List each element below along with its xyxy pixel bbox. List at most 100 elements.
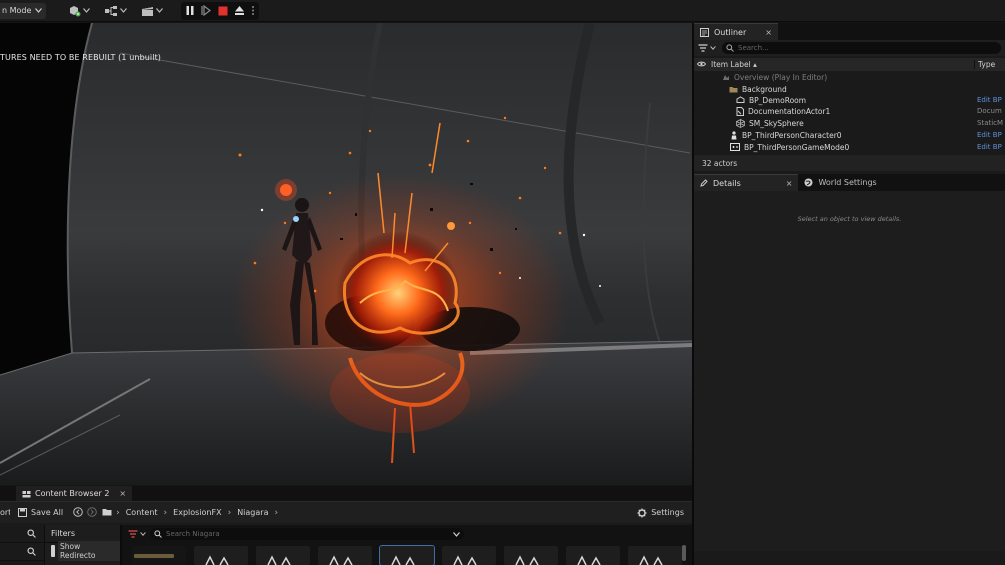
asset-thumbnail[interactable] [566,546,620,565]
blueprint-menu-button[interactable] [104,5,128,17]
outliner-search-input[interactable]: Search... [722,42,1001,54]
details-body: Select an object to view details. [694,191,1005,551]
tab-content-browser-2[interactable]: Content Browser 2 × [16,486,133,501]
character-icon [731,130,737,139]
level-viewport[interactable]: TURES NEED TO BE REBUILT (1 unbuilt) [0,23,692,485]
mode-label: n Mode [2,6,32,15]
stop-icon[interactable] [218,6,228,16]
add-actor-button[interactable] [68,4,91,17]
close-icon[interactable]: × [786,179,793,188]
tree-row-third-person-gamemode[interactable]: BP_ThirdPersonGameMode0 Edit BP [694,141,1005,153]
import-button[interactable]: ort [0,508,10,517]
breadcrumb-niagara[interactable]: Niagara [237,508,268,517]
tree-row-documentation-actor[interactable]: DocumentationActor1 Docum [694,105,1005,117]
save-all-button[interactable]: Save All [18,508,63,517]
tree-row-third-person-character[interactable]: BP_ThirdPersonCharacter0 Edit BP [694,129,1005,141]
static-mesh-icon [736,118,745,128]
tree-row-background[interactable]: Background [694,83,1005,95]
tab-world-settings[interactable]: World Settings [798,174,883,191]
asset-filter-button[interactable] [128,530,146,538]
settings-button[interactable]: Settings [637,508,684,518]
edit-blueprint-link[interactable]: Edit BP [977,96,1005,104]
outliner-search-placeholder: Search... [738,44,769,52]
close-icon[interactable]: × [765,28,772,37]
search-icon [27,547,36,556]
checkbox[interactable] [51,545,55,557]
edit-blueprint-link[interactable]: Edit BP [977,131,1005,139]
content-browser: Content Browser 2 × ort Save All › Conte… [0,486,692,565]
chevron-down-icon [120,8,128,13]
tree-row-bp-demoroom[interactable]: BP_DemoRoom Edit BP [694,95,1005,105]
actor-count-status: 32 actors [694,155,1005,171]
asset-thumbnail[interactable] [442,546,496,565]
arrow-right-circle-icon [87,506,97,517]
save-all-label: Save All [31,508,64,517]
chevron-down-icon [35,8,43,13]
pause-icon[interactable] [185,5,195,16]
search-icon [726,44,734,52]
sources-search-button[interactable] [0,525,44,543]
asset-search-input[interactable]: Search Niagara [150,528,464,540]
asset-thumbnail[interactable] [318,546,372,565]
main-toolbar: n Mode [0,0,1005,22]
item-label-column[interactable]: Item Label ▴ [708,60,974,69]
more-options-icon[interactable] [251,5,255,16]
filter-button[interactable] [698,44,716,52]
content-browser-toolbar: ort Save All › Content › ExplosionFX › N… [0,501,692,523]
eject-icon[interactable] [234,5,245,16]
niagara-system-icon [639,555,663,565]
tab-outliner-label: Outliner [714,27,747,37]
type-column[interactable]: Type [974,60,1005,69]
niagara-system-icon [577,555,601,565]
asset-thumbnail-selected[interactable] [379,545,435,565]
pencil-icon [700,179,708,187]
asset-view-scrollbar[interactable] [682,545,686,561]
details-tabbar: Details × World Settings [694,174,1005,191]
show-redirectors-filter[interactable]: Show Redirecto [45,541,120,561]
game-mode-icon [730,143,740,151]
step-frame-icon[interactable] [201,5,212,16]
chevron-down-icon [156,8,164,13]
tree-row-sm-skysphere[interactable]: SM_SkySphere StaticM [694,117,1005,129]
history-back-button[interactable] [73,506,83,519]
breadcrumb-content[interactable]: Content [126,508,158,517]
blueprint-actor-icon [736,96,745,103]
chevron-down-icon [140,532,146,536]
add-cube-icon [70,6,81,17]
folder-tree-button[interactable] [102,508,112,518]
content-browser-tabbar: Content Browser 2 × [0,486,692,501]
close-icon[interactable]: × [119,489,126,498]
asset-thumbnail[interactable] [504,546,558,565]
asset-thumbnail[interactable] [256,546,310,565]
history-forward-button[interactable] [87,506,97,519]
asset-search-placeholder: Search Niagara [166,530,220,538]
mode-selector[interactable]: n Mode [0,2,47,19]
collections-search-button[interactable] [0,543,44,561]
niagara-system-icon [267,555,291,565]
asset-thumbnail[interactable] [628,546,682,565]
tree-row-label: Background [742,84,787,94]
breadcrumb-explosionfx[interactable]: ExplosionFX [173,508,221,517]
asset-thumbnail-folder[interactable] [132,546,186,565]
visibility-column-header[interactable] [694,60,708,69]
tree-row-overview[interactable]: Overview (Play In Editor) [694,71,1005,83]
niagara-system-icon [515,555,539,565]
outliner-tree: Overview (Play In Editor) Background BP_… [694,71,1005,153]
arrow-left-circle-icon [73,506,83,517]
chevron-down-icon[interactable] [453,531,460,537]
tab-details-label: Details [713,178,741,188]
outliner-icon [700,27,709,37]
edit-blueprint-link[interactable]: Edit BP [977,143,1005,151]
tab-outliner[interactable]: Outliner × [694,23,778,40]
unreal-editor-window: n Mode TURES NEED TO BE REBUILT (1 unbui… [0,0,1005,565]
tab-details[interactable]: Details × [694,174,799,191]
chevron-right-icon: › [274,507,279,518]
tree-row-label: BP_ThirdPersonCharacter0 [742,130,842,140]
cinematics-menu-button[interactable] [141,5,164,17]
asset-thumbnail[interactable] [194,546,248,565]
chevron-down-icon [83,8,91,13]
content-browser-body: Filters Show Redirecto Search Niagara [0,525,692,565]
outliner-filter-row: Search... [694,40,1005,56]
niagara-system-icon [329,555,353,565]
gear-icon [637,508,647,517]
